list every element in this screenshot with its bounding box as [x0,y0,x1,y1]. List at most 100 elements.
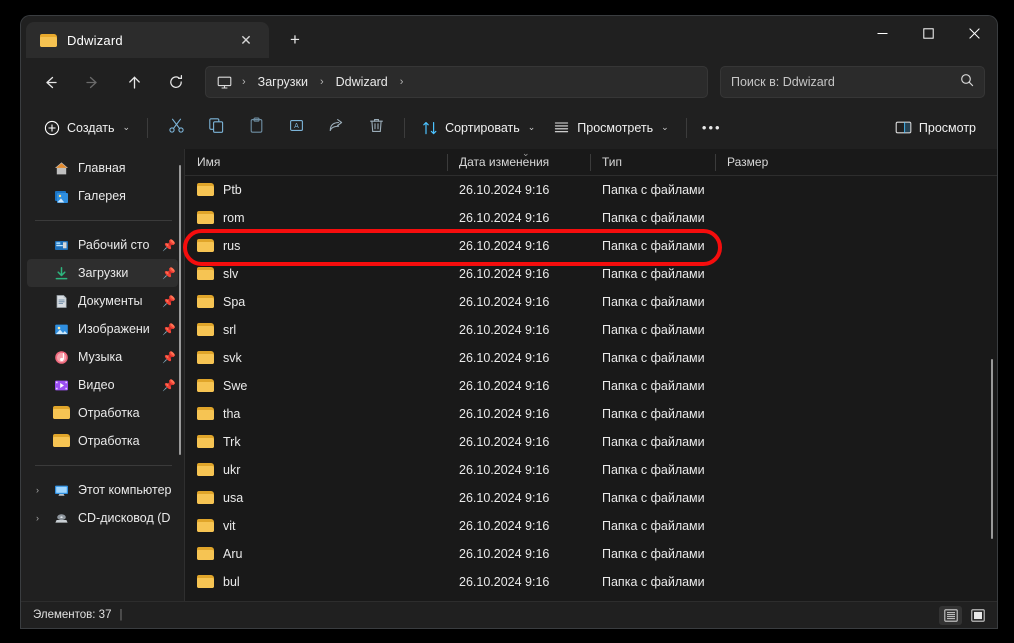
pictures-icon [53,321,70,338]
sidebar-item-otrabotka-2[interactable]: Отработка [27,427,178,455]
cell-type: Папка с файлами [602,211,705,225]
table-row[interactable]: svk 26.10.2024 9:16 Папка с файлами [185,344,997,372]
breadcrumb[interactable]: › Загрузки › Ddwizard › [205,66,708,98]
view-button-label: Просмотреть [577,120,654,135]
table-row[interactable]: rom 26.10.2024 9:16 Папка с файлами [185,204,997,232]
details-view-toggle[interactable] [939,605,962,625]
column-header-label: Размер [727,155,769,169]
view-toggle-group [939,605,989,625]
more-options-button[interactable]: ••• [695,113,729,143]
sidebar-item-label: Главная [78,161,126,175]
forward-icon[interactable] [75,66,109,98]
sidebar-item-label: Загрузки [78,266,129,280]
cell-type: Папка с файлами [602,323,705,337]
delete-button[interactable] [357,113,395,143]
sidebar-item-documents[interactable]: Документы 📌 [27,287,178,315]
table-row[interactable]: slv 26.10.2024 9:16 Папка с файлами [185,260,997,288]
large-icons-view-toggle[interactable] [966,606,989,625]
sidebar-item-videos[interactable]: Видео 📌 [27,371,178,399]
view-button[interactable]: Просмотреть ⌄ [544,113,677,143]
up-icon[interactable] [117,66,151,98]
sidebar-scrollbar[interactable] [179,165,181,455]
table-row[interactable]: ukr 26.10.2024 9:16 Папка с файлами [185,456,997,484]
sidebar-item-pictures[interactable]: Изображени 📌 [27,315,178,343]
copy-button[interactable] [197,113,235,143]
table-row[interactable]: rus 26.10.2024 9:16 Папка с файлами [185,232,997,260]
pin-icon[interactable]: 📌 [162,239,176,252]
table-row[interactable]: srl 26.10.2024 9:16 Папка с файлами [185,316,997,344]
table-row[interactable]: bul 26.10.2024 9:16 Папка с файлами [185,568,997,596]
table-row[interactable]: usa 26.10.2024 9:16 Папка с файлами [185,484,997,512]
sidebar-item-home[interactable]: Главная [27,154,178,182]
pin-icon[interactable]: 📌 [162,267,176,280]
cell-type: Папка с файлами [602,183,705,197]
sidebar-item-this-pc[interactable]: › Этот компьютер [27,476,178,504]
sidebar-item-music[interactable]: Музыка 📌 [27,343,178,371]
column-header-label: Имя [197,155,221,169]
close-tab-icon[interactable]: ✕ [233,27,259,53]
chevron-right-icon[interactable]: › [36,513,39,523]
chevron-right-icon[interactable]: › [36,485,39,495]
search-input[interactable]: Поиск в: Ddwizard [720,66,985,98]
sidebar-item-otrabotka-1[interactable]: Отработка [27,399,178,427]
pin-icon[interactable]: 📌 [162,351,176,364]
navigation-sidebar[interactable]: Главная Галерея Рабочий сто 📌 Загрузки 📌… [21,149,184,601]
table-row[interactable]: Ptb 26.10.2024 9:16 Папка с файлами [185,176,997,204]
close-window-icon[interactable] [951,16,997,50]
toolbar-divider [685,117,687,138]
tab-ddwizard[interactable]: Ddwizard ✕ [26,22,269,58]
sidebar-divider [35,220,172,221]
status-bar: Элементов: 37 | [21,601,997,628]
table-row[interactable]: Aru 26.10.2024 9:16 Папка с файлами [185,540,997,568]
cell-date-modified: 26.10.2024 9:16 [459,323,550,337]
cell-name: rom [185,211,447,225]
column-header-type[interactable]: Тип [590,149,715,176]
breadcrumb-item-0[interactable]: Загрузки [251,72,315,92]
share-button[interactable] [317,113,355,143]
title-bar: Ddwizard ✕ + [21,16,997,58]
file-list-scrollbar[interactable] [991,359,993,539]
maximize-icon[interactable] [905,16,951,50]
folder-icon [197,547,214,561]
cell-name: ukr [185,463,447,477]
back-icon[interactable] [33,66,67,98]
breadcrumb-item-1[interactable]: Ddwizard [329,72,395,92]
new-button[interactable]: Создать ⌄ [35,113,139,143]
cell-date-modified: 26.10.2024 9:16 [459,491,550,505]
cell-date-modified: 26.10.2024 9:16 [459,211,550,225]
sidebar-item-cd-drive[interactable]: › CD-дисковод (D [27,504,178,532]
cd-drive-icon [53,510,70,527]
toolbar-divider [147,117,149,138]
table-row[interactable]: Spa 26.10.2024 9:16 Папка с файлами [185,288,997,316]
column-header-date[interactable]: Дата изменения [447,149,590,176]
minimize-icon[interactable] [859,16,905,50]
pin-icon[interactable]: 📌 [162,295,176,308]
details-pane-button[interactable]: Просмотр [886,113,985,143]
sidebar-item-gallery[interactable]: Галерея [27,182,178,210]
rename-icon: A [288,117,305,139]
new-tab-icon[interactable]: + [279,24,311,56]
pin-icon[interactable]: 📌 [162,379,176,392]
column-header-size[interactable]: Размер [715,149,790,176]
table-row[interactable]: vit 26.10.2024 9:16 Папка с файлами [185,512,997,540]
breadcrumb-separator-end[interactable]: › [397,76,407,88]
column-header-name[interactable]: Имя [185,149,447,176]
search-icon[interactable] [960,73,974,92]
file-name-label: srl [223,323,237,337]
sort-button[interactable]: Сортировать ⌄ [413,113,544,143]
sidebar-item-label: Рабочий сто [78,238,150,252]
paste-button[interactable] [237,113,275,143]
sidebar-item-downloads[interactable]: Загрузки 📌 [27,259,178,287]
table-row[interactable]: Trk 26.10.2024 9:16 Папка с файлами [185,428,997,456]
this-pc-icon[interactable] [214,75,237,90]
toolbar-divider [404,117,406,138]
cell-type: Папка с файлами [602,463,705,477]
table-row[interactable]: Swe 26.10.2024 9:16 Папка с файлами [185,372,997,400]
table-row[interactable]: tha 26.10.2024 9:16 Папка с файлами [185,400,997,428]
file-name-label: Aru [223,547,243,561]
pin-icon[interactable]: 📌 [162,323,176,336]
refresh-icon[interactable] [159,66,193,98]
cut-button[interactable] [157,113,195,143]
rename-button[interactable]: A [277,113,315,143]
sidebar-item-desktop[interactable]: Рабочий сто 📌 [27,231,178,259]
